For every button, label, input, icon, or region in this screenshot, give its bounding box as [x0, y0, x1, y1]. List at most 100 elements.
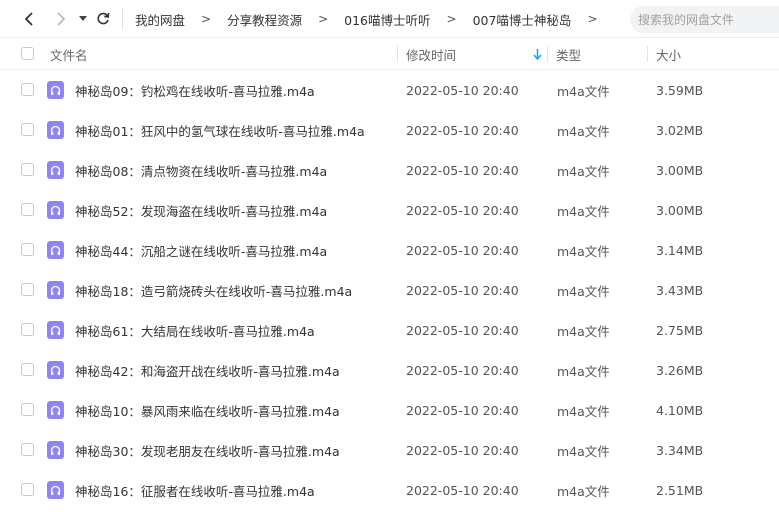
history-dropdown-button[interactable]: [73, 9, 93, 29]
file-name[interactable]: 神秘岛42：和海盗开战在线收听-喜马拉雅.m4a: [75, 350, 340, 390]
file-modified-time: 2022-05-10 20:40: [406, 362, 519, 378]
breadcrumb-separator-icon: >: [587, 12, 598, 26]
caret-down-icon: [79, 16, 87, 21]
audio-file-icon: [47, 281, 64, 299]
file-row[interactable]: 神秘岛16：征服者在线收听-喜马拉雅.m4a 2022-05-10 20:40 m4…: [0, 470, 779, 510]
select-all-checkbox[interactable]: [21, 47, 34, 60]
file-name[interactable]: 神秘岛10：暴风雨来临在线收听-喜马拉雅.m4a: [75, 390, 340, 430]
audio-file-icon: [47, 201, 64, 219]
file-size: 4.10MB: [656, 402, 704, 418]
file-size: 2.51MB: [656, 482, 704, 498]
file-size: 3.14MB: [656, 242, 704, 258]
file-type: m4a文件: [557, 323, 610, 339]
file-type: m4a文件: [557, 403, 610, 419]
row-checkbox[interactable]: [21, 283, 34, 296]
file-name[interactable]: 神秘岛16：征服者在线收听-喜马拉雅.m4a: [75, 470, 315, 510]
file-size: 3.26MB: [656, 362, 704, 378]
column-divider: [647, 46, 648, 62]
row-checkbox[interactable]: [21, 443, 34, 456]
file-modified-time: 2022-05-10 20:40: [406, 442, 519, 458]
file-modified-time: 2022-05-10 20:40: [406, 122, 519, 138]
chevron-right-icon: [57, 12, 66, 26]
file-row[interactable]: 神秘岛10：暴风雨来临在线收听-喜马拉雅.m4a 2022-05-10 20:40…: [0, 390, 779, 430]
file-name[interactable]: 神秘岛01：狂风中的氢气球在线收听-喜马拉雅.m4a: [75, 110, 365, 150]
breadcrumb-item[interactable]: 分享教程资源: [227, 10, 302, 29]
chevron-left-icon: [24, 12, 33, 26]
breadcrumb-item[interactable]: 我的网盘: [135, 10, 185, 29]
file-size: 3.00MB: [656, 202, 704, 218]
row-checkbox[interactable]: [21, 363, 34, 376]
file-modified-time: 2022-05-10 20:40: [406, 322, 519, 338]
file-type: m4a文件: [557, 283, 610, 299]
file-size: 3.02MB: [656, 122, 704, 138]
audio-file-icon: [47, 481, 64, 499]
column-header-type[interactable]: 类型: [556, 38, 581, 70]
back-button[interactable]: [19, 9, 39, 29]
file-type: m4a文件: [557, 83, 610, 99]
file-type: m4a文件: [557, 203, 610, 219]
file-type: m4a文件: [557, 163, 610, 179]
breadcrumb-item[interactable]: 016喵博士听听: [344, 10, 430, 29]
row-checkbox[interactable]: [21, 123, 34, 136]
audio-file-icon: [47, 321, 64, 339]
search-input[interactable]: [630, 6, 779, 33]
file-size: 3.59MB: [656, 82, 704, 98]
file-type: m4a文件: [557, 123, 610, 139]
file-name[interactable]: 神秘岛08：清点物资在线收听-喜马拉雅.m4a: [75, 150, 327, 190]
file-row[interactable]: 神秘岛08：清点物资在线收听-喜马拉雅.m4a 2022-05-10 20:40 m…: [0, 150, 779, 190]
file-row[interactable]: 神秘岛52：发现海盗在线收听-喜马拉雅.m4a 2022-05-10 20:40 m…: [0, 190, 779, 230]
toolbar: 我的网盘 > 分享教程资源 > 016喵博士听听 > 007喵博士神秘岛 >: [0, 0, 779, 38]
row-checkbox[interactable]: [21, 203, 34, 216]
file-row[interactable]: 神秘岛44：沉船之谜在线收听-喜马拉雅.m4a 2022-05-10 20:40 m…: [0, 230, 779, 270]
audio-file-icon: [47, 161, 64, 179]
file-name[interactable]: 神秘岛18：造弓箭烧砖头在线收听-喜马拉雅.m4a: [75, 270, 352, 310]
file-row[interactable]: 神秘岛01：狂风中的氢气球在线收听-喜马拉雅.m4a 2022-05-10 20:…: [0, 110, 779, 150]
file-modified-time: 2022-05-10 20:40: [406, 242, 519, 258]
row-checkbox[interactable]: [21, 243, 34, 256]
file-row[interactable]: 神秘岛30：发现老朋友在线收听-喜马拉雅.m4a 2022-05-10 20:40…: [0, 430, 779, 470]
column-header-name[interactable]: 文件名: [50, 38, 88, 70]
file-modified-time: 2022-05-10 20:40: [406, 482, 519, 498]
breadcrumb-separator-icon: >: [201, 12, 212, 26]
file-type: m4a文件: [557, 243, 610, 259]
file-name[interactable]: 神秘岛52：发现海盗在线收听-喜马拉雅.m4a: [75, 190, 327, 230]
refresh-button[interactable]: [93, 9, 113, 29]
column-header-modified[interactable]: 修改时间: [406, 38, 456, 70]
refresh-icon: [97, 12, 110, 25]
breadcrumb: 我的网盘 > 分享教程资源 > 016喵博士听听 > 007喵博士神秘岛 >: [135, 0, 614, 38]
file-modified-time: 2022-05-10 20:40: [406, 202, 519, 218]
file-list-header: 文件名 修改时间 类型 大小: [0, 38, 779, 70]
file-row[interactable]: 神秘岛09：钓松鸡在线收听-喜马拉雅.m4a 2022-05-10 20:40 m4…: [0, 70, 779, 110]
file-name[interactable]: 神秘岛61：大结局在线收听-喜马拉雅.m4a: [75, 310, 315, 350]
forward-button[interactable]: [51, 9, 71, 29]
column-divider: [547, 46, 548, 62]
file-row[interactable]: 神秘岛42：和海盗开战在线收听-喜马拉雅.m4a 2022-05-10 20:40…: [0, 350, 779, 390]
row-checkbox[interactable]: [21, 483, 34, 496]
toolbar-divider: [122, 8, 123, 30]
file-row[interactable]: 神秘岛61：大结局在线收听-喜马拉雅.m4a 2022-05-10 20:40 m4…: [0, 310, 779, 350]
breadcrumb-separator-icon: >: [318, 12, 329, 26]
file-name[interactable]: 神秘岛44：沉船之谜在线收听-喜马拉雅.m4a: [75, 230, 327, 270]
file-type: m4a文件: [557, 443, 610, 459]
row-checkbox[interactable]: [21, 323, 34, 336]
row-checkbox[interactable]: [21, 403, 34, 416]
file-name[interactable]: 神秘岛30：发现老朋友在线收听-喜马拉雅.m4a: [75, 430, 340, 470]
column-divider: [397, 46, 398, 62]
row-checkbox[interactable]: [21, 83, 34, 96]
column-header-size[interactable]: 大小: [656, 38, 681, 70]
audio-file-icon: [47, 361, 64, 379]
file-modified-time: 2022-05-10 20:40: [406, 282, 519, 298]
file-row[interactable]: 神秘岛18：造弓箭烧砖头在线收听-喜马拉雅.m4a 2022-05-10 20:4…: [0, 270, 779, 310]
file-size: 3.34MB: [656, 442, 704, 458]
file-size: 2.75MB: [656, 322, 704, 338]
file-modified-time: 2022-05-10 20:40: [406, 162, 519, 178]
audio-file-icon: [47, 121, 64, 139]
audio-file-icon: [47, 81, 64, 99]
sort-desc-arrow-icon[interactable]: [533, 49, 542, 60]
breadcrumb-separator-icon: >: [446, 12, 457, 26]
row-checkbox[interactable]: [21, 163, 34, 176]
breadcrumb-item-current[interactable]: 007喵博士神秘岛: [473, 10, 572, 29]
file-size: 3.00MB: [656, 162, 704, 178]
file-size: 3.43MB: [656, 282, 704, 298]
file-name[interactable]: 神秘岛09：钓松鸡在线收听-喜马拉雅.m4a: [75, 70, 315, 110]
